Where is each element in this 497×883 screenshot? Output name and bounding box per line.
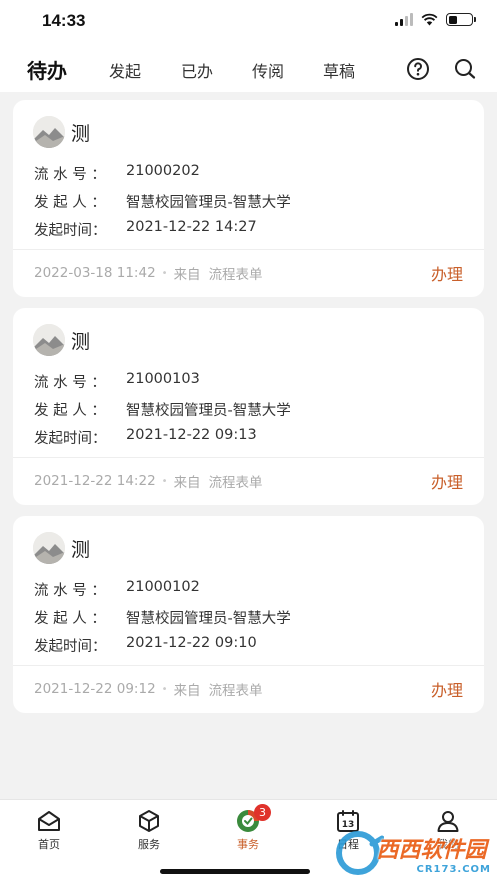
divider [13,457,484,458]
source-prefix: 来自 [173,475,201,491]
avatar [33,532,65,564]
nav-home-label: 首页 [38,838,60,851]
initiator-value: 智慧校园管理员-智慧大学 [126,611,291,627]
top-tab-bar: 待办 发起 已办 传阅 草稿 [0,44,497,92]
nav-affairs[interactable]: 3 事务 [218,804,278,852]
tab-drafts[interactable]: 草稿 [323,58,355,82]
serial-label: 流 水 号 ： [34,167,106,183]
notification-badge: 3 [254,804,271,821]
meta-dot: • [161,267,168,279]
card-header: 测 [33,116,90,148]
card-meta: 2021-12-22 14:22 • 来自 流程表单 [34,471,263,491]
start-time-value: 2021-12-22 09:10 [126,635,257,651]
start-time-label: 发起时间： [34,639,107,655]
status-icons [395,13,476,26]
start-time-label: 发起时间： [34,223,107,239]
todo-card[interactable]: 测 流 水 号 ： 21000103 发 起 人 ： 智慧校园管理员-智慧大学 发起… [13,308,484,505]
initiator-value: 智慧校园管理员-智慧大学 [126,403,291,419]
nav-affairs-label: 事务 [237,838,259,851]
todo-list: 测 流 水 号 ： 21000202 发 起 人 ： 智慧校园管理员-智慧大学 发起… [13,100,484,724]
updated-time: 2022-03-18 11:42 [34,265,156,281]
divider [13,665,484,666]
tab-done[interactable]: 已办 [181,58,213,82]
handle-button[interactable]: 办理 [431,469,463,493]
serial-value: 21000102 [126,579,200,595]
divider [13,249,484,250]
watermark: 西西软件园 CR173.COM [332,830,491,876]
status-time: 14:33 [42,11,86,30]
tab-circulate[interactable]: 传阅 [252,58,284,82]
avatar [33,116,65,148]
start-time-row: 发起时间： 2021-12-22 09:13 [34,427,257,448]
serial-row: 流 水 号 ： 21000202 [34,163,200,184]
source-prefix: 来自 [173,683,201,699]
meta-dot: • [161,683,168,695]
initiator-label: 发 起 人 ： [34,611,106,627]
initiator-value: 智慧校园管理员-智慧大学 [126,195,291,211]
card-meta: 2021-12-22 09:12 • 来自 流程表单 [34,679,263,699]
avatar [33,324,65,356]
updated-time: 2021-12-22 14:22 [34,473,156,489]
wifi-icon [421,13,438,26]
nav-service[interactable]: 服务 [119,808,179,852]
handle-button[interactable]: 办理 [431,677,463,701]
todo-card[interactable]: 测 流 水 号 ： 21000202 发 起 人 ： 智慧校园管理员-智慧大学 发起… [13,100,484,297]
initiator-row: 发 起 人 ： 智慧校园管理员-智慧大学 [34,399,291,420]
home-indicator [160,869,310,874]
card-title: 测 [71,538,91,561]
start-time-label: 发起时间： [34,431,107,447]
card-header: 测 [33,324,90,356]
start-time-value: 2021-12-22 09:13 [126,427,257,443]
status-bar: 14:33 [0,0,497,44]
source-name: 流程表单 [208,475,263,491]
card-header: 测 [33,532,90,564]
nav-home[interactable]: 首页 [19,808,79,852]
help-icon[interactable] [406,57,430,81]
serial-value: 21000202 [126,163,200,179]
serial-row: 流 水 号 ： 21000103 [34,371,200,392]
source-name: 流程表单 [208,683,263,699]
card-title: 测 [71,330,91,353]
source-name: 流程表单 [208,267,263,283]
tab-todo[interactable]: 待办 [27,55,67,84]
serial-row: 流 水 号 ： 21000102 [34,579,200,600]
card-title: 测 [71,122,91,145]
tab-initiate[interactable]: 发起 [109,58,141,82]
todo-card[interactable]: 测 流 水 号 ： 21000102 发 起 人 ： 智慧校园管理员-智慧大学 发起… [13,516,484,713]
cube-icon [139,810,159,832]
initiator-label: 发 起 人 ： [34,403,106,419]
start-time-row: 发起时间： 2021-12-22 09:10 [34,635,257,656]
serial-label: 流 水 号 ： [34,375,106,391]
search-icon[interactable] [453,57,477,81]
source-prefix: 来自 [173,267,201,283]
calendar-day: 13 [342,820,355,830]
signal-icon [395,13,413,26]
battery-icon [446,13,476,26]
meta-dot: • [161,475,168,487]
handle-button[interactable]: 办理 [431,261,463,285]
initiator-label: 发 起 人 ： [34,195,106,211]
watermark-url: CR173.COM [416,863,491,875]
initiator-row: 发 起 人 ： 智慧校园管理员-智慧大学 [34,191,291,212]
home-icon [38,811,60,831]
updated-time: 2021-12-22 09:12 [34,681,156,697]
nav-service-label: 服务 [138,838,160,851]
start-time-row: 发起时间： 2021-12-22 14:27 [34,219,257,240]
initiator-row: 发 起 人 ： 智慧校园管理员-智慧大学 [34,607,291,628]
card-meta: 2022-03-18 11:42 • 来自 流程表单 [34,263,263,283]
serial-label: 流 水 号 ： [34,583,106,599]
start-time-value: 2021-12-22 14:27 [126,219,257,235]
serial-value: 21000103 [126,371,200,387]
watermark-text: 西西软件园 [376,837,487,863]
